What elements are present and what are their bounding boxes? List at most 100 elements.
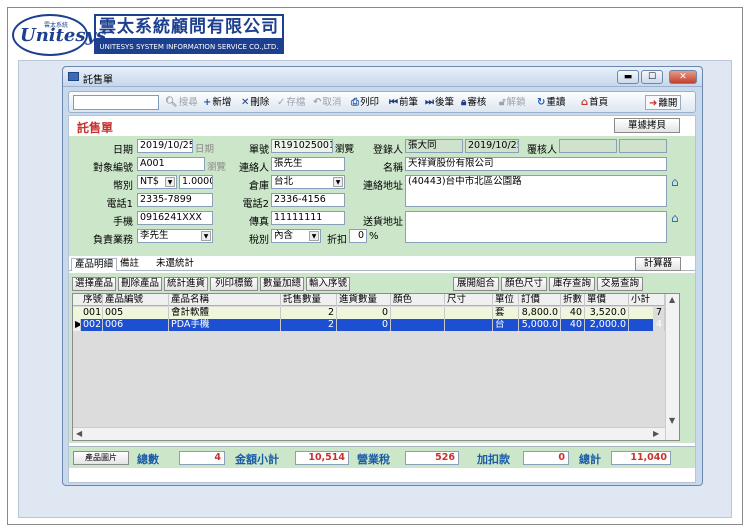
table-cell[interactable]: 40 [561, 307, 585, 319]
table-cell[interactable]: 40 [561, 319, 585, 331]
table-cell[interactable]: 0 [337, 307, 391, 319]
delete-product-button[interactable]: 刪除產品 [118, 277, 162, 291]
table-cell[interactable] [391, 319, 445, 331]
minimize-button[interactable]: ▬ [617, 70, 639, 84]
tab-product-detail[interactable]: 產品明細 [71, 258, 118, 271]
product-grid[interactable]: 序號 產品編號 產品名稱 託售數量 進貨數量 顏色 尺寸 單位 訂價 折數 單價 小計 001 005 會… [72, 293, 680, 441]
table-cell[interactable]: 套 [493, 307, 519, 319]
audit-button[interactable]: 🔒︎審核 [461, 95, 486, 110]
grid-header-cell[interactable]: 進貨數量 [337, 294, 391, 306]
search-input[interactable] [73, 95, 159, 110]
grid-header-cell[interactable]: 產品名稱 [169, 294, 281, 306]
table-cell[interactable]: 2,000.0 [585, 319, 629, 331]
grid-horizontal-scrollbar[interactable]: ◀ ▶ [73, 427, 665, 440]
grid-header-cell[interactable]: 尺寸 [445, 294, 493, 306]
table-cell[interactable]: 3,520.0 [585, 307, 629, 319]
unaudit-button[interactable]: 🔓︎解鎖 [499, 95, 526, 110]
doc-no-field[interactable]: R191025001 [271, 139, 333, 153]
table-cell[interactable]: 會計軟體 [169, 307, 281, 319]
delete-button[interactable]: ✕刪除 [241, 95, 269, 110]
maximize-button[interactable]: ☐ [641, 70, 663, 84]
table-cell[interactable]: 台 [493, 319, 519, 331]
input-serial-button[interactable]: 輸入序號 [306, 277, 350, 291]
reload-button[interactable]: ↻重讀 [537, 95, 565, 110]
sum-qty-button[interactable]: 數量加總 [260, 277, 304, 291]
scroll-right-icon[interactable]: ▶ [653, 429, 659, 438]
print-label-button[interactable]: 列印標籤 [210, 277, 258, 291]
home-button[interactable]: ⌂首頁 [581, 95, 608, 110]
tab-unreturned[interactable]: 未還統計 [153, 258, 197, 271]
warehouse-select[interactable]: 台北 ▼ [271, 175, 345, 189]
mobile-field[interactable]: 0916241XXX [137, 211, 213, 225]
address-house-icon[interactable]: ⌂ [671, 176, 685, 188]
target-browse-link[interactable]: 瀏覽 [207, 159, 226, 173]
scroll-left-icon[interactable]: ◀ [76, 429, 82, 438]
table-cell[interactable]: 0 [337, 319, 391, 331]
tab-notes[interactable]: 備註 [117, 258, 142, 271]
contact-field[interactable]: 張先生 [271, 157, 345, 171]
ship-address-house-icon[interactable]: ⌂ [671, 212, 685, 224]
doc-browse-link[interactable]: 瀏覽 [335, 141, 354, 155]
next-button[interactable]: ⏭後筆 [425, 95, 454, 110]
tax-type-select[interactable]: 內含 ▼ [271, 229, 321, 243]
grid-header-cell[interactable]: 序號 [81, 294, 103, 306]
table-row[interactable]: 001 005 會計軟體 2 0 套 8,800.0 40 3,520.0 7 [73, 307, 665, 319]
stock-stats-button[interactable]: 統計進貨 [164, 277, 208, 291]
table-cell[interactable]: 5,000.0 [519, 319, 561, 331]
select-product-button[interactable]: 選擇產品 [72, 277, 116, 291]
grid-header-cell[interactable]: 單價 [585, 294, 629, 306]
exchange-rate-field[interactable]: 1.0000 [179, 175, 213, 189]
close-window-button[interactable]: ✕ [669, 70, 697, 84]
table-cell[interactable]: 001 [81, 307, 103, 319]
fax-field[interactable]: 11111111 [271, 211, 345, 225]
color-size-button[interactable]: 顏色尺寸 [501, 277, 547, 291]
grid-header-cell[interactable]: 折數 [561, 294, 585, 306]
currency-select[interactable]: NT$ ▼ [137, 175, 177, 189]
table-cell[interactable] [445, 319, 493, 331]
table-cell[interactable] [391, 307, 445, 319]
table-cell[interactable]: 2 [281, 307, 337, 319]
grid-header-cell[interactable]: 小計 [629, 294, 665, 306]
grid-header-cell[interactable]: 單位 [493, 294, 519, 306]
grid-header-cell[interactable]: 訂價 [519, 294, 561, 306]
cancel-button[interactable]: ↶取消 [313, 95, 341, 110]
phone2-field[interactable]: 2336-4156 [271, 193, 345, 207]
target-no-field[interactable]: A001 [137, 157, 205, 171]
exit-button[interactable]: ➜離開 [645, 95, 682, 110]
table-cell[interactable]: 4 [629, 319, 665, 331]
address-field[interactable]: (40443)台中市北區公園路 [405, 175, 667, 207]
table-cell[interactable]: 2 [281, 319, 337, 331]
save-button[interactable]: ✓存檔 [277, 95, 305, 110]
prev-button[interactable]: ⏮前筆 [389, 95, 418, 110]
copy-document-button[interactable]: 單據拷貝 [614, 118, 680, 133]
search-button[interactable]: 🔍︎搜尋 [165, 95, 198, 110]
expand-combo-button[interactable]: 展開組合 [453, 277, 499, 291]
date-picker-link[interactable]: 日期 [195, 141, 214, 155]
table-cell[interactable]: 006 [103, 319, 169, 331]
grid-header-cell[interactable]: 顏色 [391, 294, 445, 306]
transaction-query-button[interactable]: 交易查詢 [597, 277, 643, 291]
grid-header-cell[interactable]: 產品編號 [103, 294, 169, 306]
phone1-field[interactable]: 2335-7899 [137, 193, 213, 207]
add-button[interactable]: +新增 [203, 95, 231, 110]
discount-field[interactable]: 0 [349, 229, 367, 243]
date-field[interactable]: 2019/10/25 [137, 139, 193, 153]
calculator-button[interactable]: 計算器 [635, 257, 681, 271]
print-button[interactable]: ⎙列印 [351, 95, 379, 110]
grid-header-cell[interactable]: 託售數量 [281, 294, 337, 306]
table-cell[interactable]: 002 [81, 319, 103, 331]
scroll-down-icon[interactable]: ▼ [669, 416, 675, 425]
scroll-up-icon[interactable]: ▲ [669, 295, 675, 304]
name-field[interactable]: 天祥資股份有限公司 [405, 157, 667, 171]
table-cell[interactable]: 7 [629, 307, 665, 319]
grid-vertical-scrollbar[interactable]: ▲ ▼ [665, 294, 679, 440]
table-cell[interactable]: PDA手機 [169, 319, 281, 331]
inventory-query-button[interactable]: 庫存查詢 [549, 277, 595, 291]
ship-address-field[interactable] [405, 211, 667, 243]
table-cell[interactable]: 8,800.0 [519, 307, 561, 319]
table-cell[interactable]: 005 [103, 307, 169, 319]
table-cell[interactable] [445, 307, 493, 319]
product-image-button[interactable]: 產品圖片 [73, 451, 129, 465]
table-row[interactable]: ▶002006PDA手機20 台5,000.0402,000.04 [73, 319, 665, 331]
sales-select[interactable]: 李先生 ▼ [137, 229, 213, 243]
